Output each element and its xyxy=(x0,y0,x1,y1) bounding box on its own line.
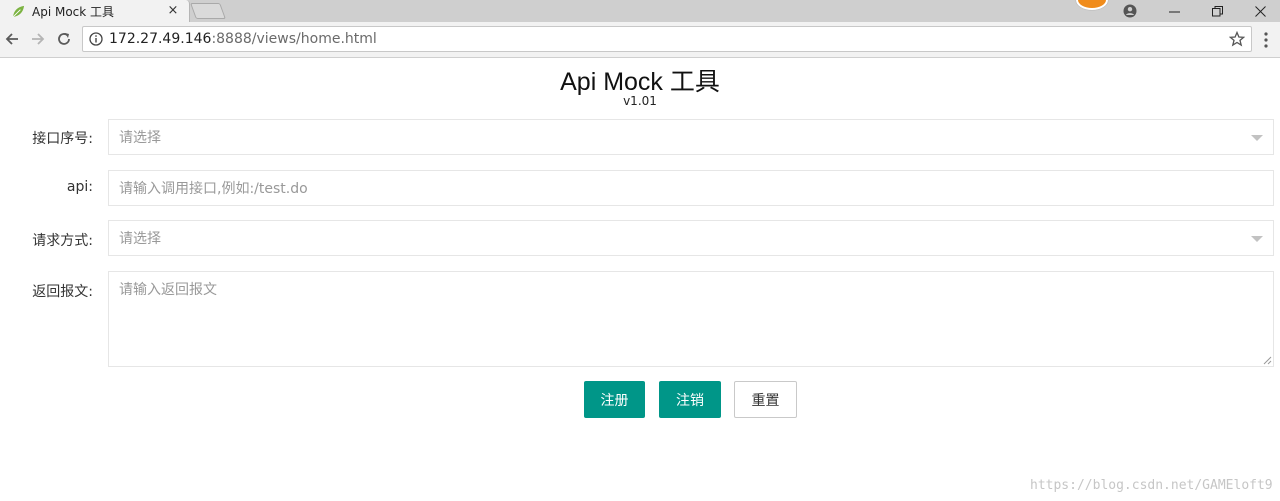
address-bar[interactable]: 172.27.49.146:8888/views/home.html xyxy=(82,26,1252,52)
reload-icon[interactable] xyxy=(52,27,76,51)
watermark-text: https://blog.csdn.net/GAMEloft9 xyxy=(1030,478,1273,493)
restore-icon[interactable] xyxy=(1199,0,1235,22)
account-icon[interactable] xyxy=(1112,0,1148,22)
api-placeholder: 请输入调用接口,例如:/test.do xyxy=(119,181,308,197)
request-method-label: 请求方式: xyxy=(32,233,93,249)
request-method-placeholder: 请选择 xyxy=(119,231,161,247)
close-window-icon[interactable] xyxy=(1242,0,1278,22)
tab-close-icon[interactable]: × xyxy=(165,3,181,19)
chevron-down-icon xyxy=(1251,236,1263,242)
api-input[interactable]: 请输入调用接口,例如:/test.do xyxy=(108,170,1274,206)
minimize-icon[interactable] xyxy=(1156,0,1192,22)
chevron-down-icon xyxy=(1251,135,1263,141)
forward-arrow-icon[interactable] xyxy=(26,27,50,51)
interface-number-select[interactable]: 请选择 xyxy=(108,119,1274,155)
tab-title: Api Mock 工具 xyxy=(32,4,115,19)
browser-toolbar: 172.27.49.146:8888/views/home.html xyxy=(0,22,1280,58)
response-body-textarea[interactable]: 请输入返回报文 xyxy=(108,271,1274,367)
url-text: 172.27.49.146:8888/views/home.html xyxy=(109,31,377,47)
tab-strip: Api Mock 工具 × xyxy=(0,0,1280,22)
api-label: api: xyxy=(66,179,93,195)
leaf-icon xyxy=(12,5,25,17)
page-title: Api Mock 工具 xyxy=(560,68,720,96)
new-tab-button[interactable] xyxy=(190,3,226,19)
reset-button[interactable]: 重置 xyxy=(734,381,797,418)
url-path: :8888/views/home.html xyxy=(211,31,377,47)
register-button[interactable]: 注册 xyxy=(584,381,645,418)
request-method-select[interactable]: 请选择 xyxy=(108,220,1274,256)
version-label: v1.01 xyxy=(623,94,657,108)
bookmark-star-icon[interactable] xyxy=(1229,31,1245,47)
response-body-label: 返回报文: xyxy=(32,284,93,300)
unregister-button[interactable]: 注销 xyxy=(659,381,721,418)
url-host: 172.27.49.146 xyxy=(109,31,212,47)
interface-number-label: 接口序号: xyxy=(32,131,93,147)
interface-number-placeholder: 请选择 xyxy=(119,130,161,146)
back-arrow-icon[interactable] xyxy=(0,27,24,51)
response-body-placeholder: 请输入返回报文 xyxy=(119,282,217,298)
info-icon[interactable] xyxy=(88,31,104,47)
page-content: Api Mock 工具 v1.01 接口序号: 请选择 api: 请输入调用接口… xyxy=(0,58,1280,501)
browser-tab[interactable]: Api Mock 工具 × xyxy=(0,0,190,22)
resize-handle-icon[interactable] xyxy=(1262,355,1272,365)
more-menu-icon[interactable] xyxy=(1258,31,1274,49)
extension-badge-icon[interactable] xyxy=(1076,0,1108,10)
